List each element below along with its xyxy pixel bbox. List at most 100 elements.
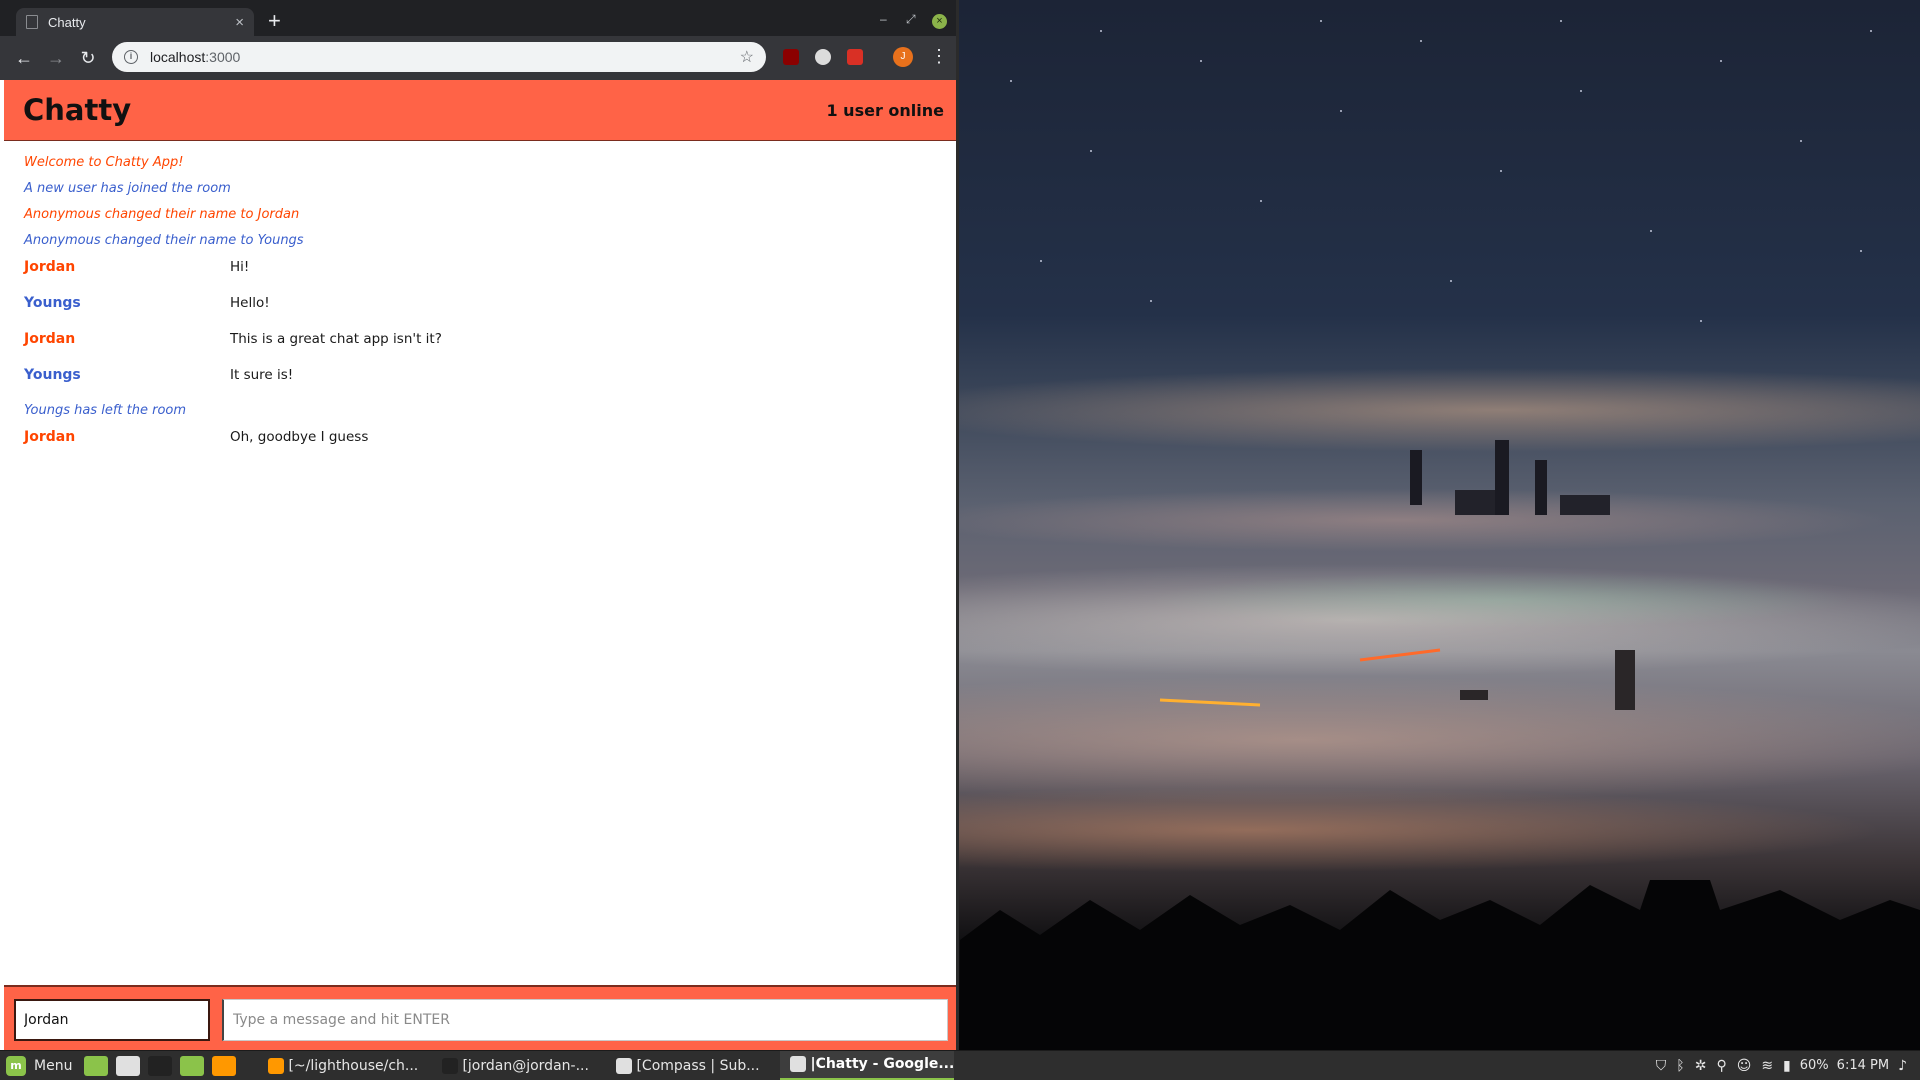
system-notification: Anonymous changed their name to Youngs bbox=[24, 233, 304, 248]
city-skyline-illustration bbox=[1159, 440, 1635, 710]
star-dot bbox=[1450, 280, 1452, 282]
chrome-launcher-icon[interactable] bbox=[116, 1055, 141, 1076]
url-host: localhost bbox=[150, 49, 206, 65]
user-count: 1 user online bbox=[826, 100, 944, 120]
taskbar-window-button[interactable]: [Compass | Sub... bbox=[606, 1051, 780, 1080]
message-username: Jordan bbox=[24, 331, 76, 347]
window-title: |Chatty - Google... bbox=[810, 1056, 955, 1072]
browser-window: Chatty × + – ⤢ × ← → ↻ i localhost :3000… bbox=[0, 0, 959, 1050]
folder-launcher-icon[interactable] bbox=[180, 1055, 205, 1076]
window-close-button[interactable]: × bbox=[932, 14, 947, 29]
taskbar: m Menu [~/lighthouse/ch... [jordan@jordan… bbox=[0, 1050, 1920, 1080]
star-dot bbox=[1800, 140, 1802, 142]
profile-avatar[interactable]: J bbox=[893, 47, 913, 67]
navbar: Chatty 1 user online bbox=[4, 80, 956, 141]
star-dot bbox=[1420, 40, 1422, 42]
star-dot bbox=[1650, 230, 1652, 232]
files-launcher-icon[interactable] bbox=[84, 1055, 109, 1076]
terminal-launcher-icon[interactable] bbox=[148, 1055, 173, 1076]
back-button[interactable]: ← bbox=[8, 48, 40, 69]
star-dot bbox=[1720, 60, 1722, 62]
chat-message: Youngs Hello! bbox=[24, 292, 924, 328]
shield-icon[interactable]: ⛉ bbox=[1656, 1058, 1667, 1074]
site-info-icon[interactable]: i bbox=[124, 50, 138, 64]
system-notification: Welcome to Chatty App! bbox=[24, 155, 184, 170]
username-input[interactable] bbox=[14, 999, 210, 1041]
address-bar[interactable]: i localhost :3000 ☆ bbox=[112, 42, 766, 72]
star-dot bbox=[1320, 20, 1322, 22]
system-tray: ⛉ ᛒ ✲ ⚲ ☺ ≋ ▮ 60% 6:14 PM ♪ bbox=[1651, 1058, 1920, 1074]
system-notification: Youngs has left the room bbox=[24, 403, 187, 418]
star-dot bbox=[1700, 320, 1702, 322]
menu-label: Menu bbox=[34, 1057, 73, 1074]
system-notification: Anonymous changed their name to Jordan bbox=[24, 207, 300, 222]
clock[interactable]: 6:14 PM bbox=[1837, 1058, 1889, 1073]
window-app-icon bbox=[616, 1057, 633, 1074]
message-list: Welcome to Chatty App! A new user has joi… bbox=[24, 152, 924, 462]
window-app-icon bbox=[442, 1057, 459, 1074]
bookmark-star-icon[interactable]: ☆ bbox=[740, 47, 754, 67]
message-content: Hi! bbox=[230, 259, 250, 275]
wifi-icon[interactable]: ≋ bbox=[1761, 1058, 1773, 1074]
chat-message: Jordan Hi! bbox=[24, 256, 924, 292]
network-settings-icon[interactable]: ✲ bbox=[1695, 1058, 1707, 1074]
quick-launchers bbox=[78, 1055, 238, 1076]
forest-silhouette bbox=[960, 880, 1920, 1050]
location-icon[interactable]: ⚲ bbox=[1716, 1058, 1726, 1074]
message-username: Youngs bbox=[24, 367, 81, 383]
star-dot bbox=[1040, 260, 1042, 262]
chat-message: Jordan Oh, goodbye I guess bbox=[24, 426, 924, 462]
privacy-badger-icon[interactable] bbox=[815, 49, 831, 65]
battery-level: 60% bbox=[1799, 1058, 1829, 1073]
restore-button[interactable]: ⤢ bbox=[906, 12, 916, 27]
forward-button[interactable]: → bbox=[40, 48, 72, 69]
extension-red-icon[interactable] bbox=[847, 49, 863, 65]
window-title: [Compass | Sub... bbox=[636, 1057, 760, 1074]
browser-menu-icon[interactable]: ⋮ bbox=[930, 46, 948, 66]
start-menu-button[interactable]: m Menu bbox=[0, 1051, 78, 1080]
tab-close-icon[interactable]: × bbox=[235, 14, 244, 31]
star-dot bbox=[1100, 30, 1102, 32]
star-dot bbox=[1500, 170, 1502, 172]
window-app-icon bbox=[268, 1057, 285, 1074]
user-icon[interactable]: ☺ bbox=[1737, 1058, 1752, 1074]
window-app-icon bbox=[790, 1056, 807, 1072]
system-notification: A new user has joined the room bbox=[24, 181, 231, 196]
url-port: :3000 bbox=[205, 49, 241, 65]
chat-message: Jordan This is a great chat app isn't it? bbox=[24, 328, 924, 364]
battery-icon[interactable]: ▮ bbox=[1783, 1058, 1791, 1074]
chatbar bbox=[4, 985, 956, 1050]
star-dot bbox=[1560, 20, 1562, 22]
tab-strip: Chatty × + – ⤢ × bbox=[0, 0, 956, 36]
sublime-launcher-icon[interactable] bbox=[212, 1055, 237, 1076]
message-content: Oh, goodbye I guess bbox=[230, 429, 369, 445]
star-dot bbox=[1860, 250, 1862, 252]
chat-message: Youngs It sure is! bbox=[24, 364, 924, 400]
reload-button[interactable]: ↻ bbox=[72, 48, 104, 69]
star-dot bbox=[1090, 150, 1092, 152]
tab-title: Chatty bbox=[48, 14, 86, 30]
volume-icon[interactable]: ♪ bbox=[1898, 1058, 1907, 1074]
message-username: Jordan bbox=[24, 429, 76, 445]
star-dot bbox=[1580, 90, 1582, 92]
ublock-icon[interactable] bbox=[783, 49, 799, 65]
message-content: Hello! bbox=[230, 295, 270, 311]
message-input[interactable] bbox=[222, 999, 948, 1041]
taskbar-window-button[interactable]: [~/lighthouse/ch... bbox=[258, 1051, 432, 1080]
taskbar-window-button[interactable]: |Chatty - Google... bbox=[780, 1050, 955, 1080]
window-title: [~/lighthouse/ch... bbox=[288, 1057, 419, 1074]
bluetooth-icon[interactable]: ᛒ bbox=[1676, 1058, 1684, 1074]
message-username: Youngs bbox=[24, 295, 81, 311]
star-dot bbox=[1150, 300, 1152, 302]
star-dot bbox=[1260, 200, 1262, 202]
navbar-brand[interactable]: Chatty bbox=[23, 93, 131, 127]
browser-toolbar: ← → ↻ i localhost :3000 ☆ J ⋮ bbox=[0, 36, 956, 80]
star-dot bbox=[1340, 110, 1342, 112]
tab-chatty[interactable]: Chatty × bbox=[16, 8, 254, 36]
mint-logo-icon: m bbox=[6, 1055, 26, 1076]
minimize-button[interactable]: – bbox=[880, 12, 887, 26]
message-content: It sure is! bbox=[230, 367, 294, 383]
taskbar-window-button[interactable]: [jordan@jordan-... bbox=[432, 1051, 606, 1080]
message-content: This is a great chat app isn't it? bbox=[230, 331, 442, 347]
new-tab-button[interactable]: + bbox=[268, 10, 281, 32]
